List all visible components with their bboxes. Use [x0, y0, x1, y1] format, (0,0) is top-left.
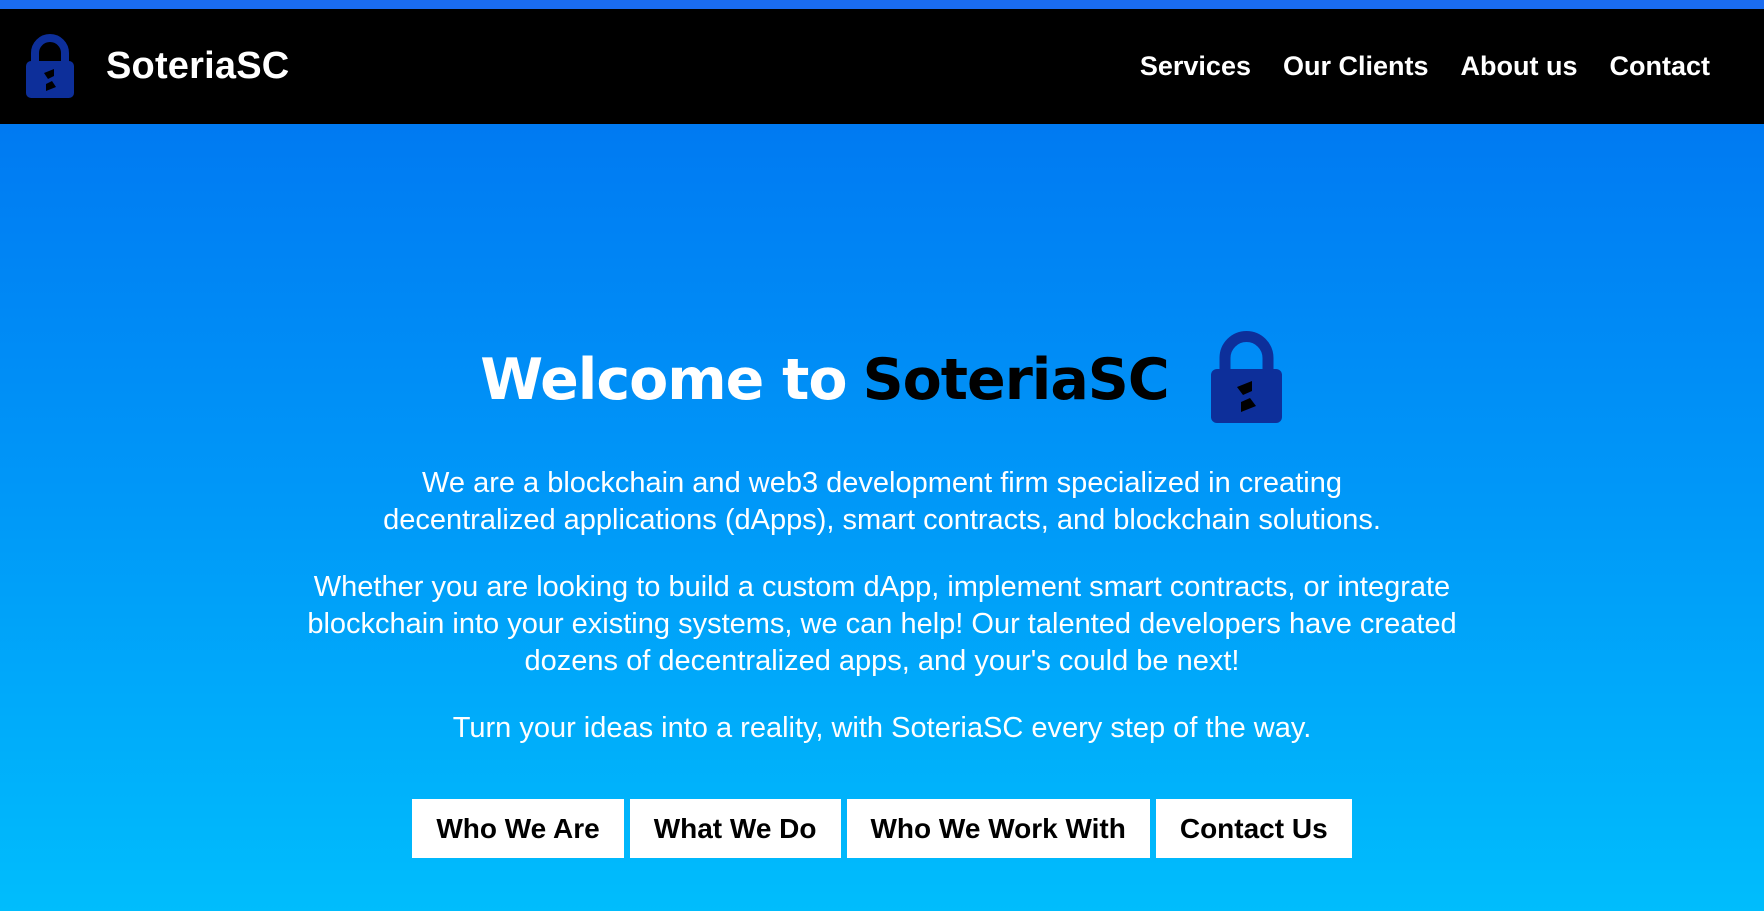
nav-link-our-clients[interactable]: Our Clients: [1283, 51, 1429, 82]
what-we-do-button[interactable]: What We Do: [629, 799, 841, 858]
top-accent-strip: [0, 0, 1764, 9]
hero-title-brand: SoteriaSC: [862, 347, 1170, 413]
nav-link-services[interactable]: Services: [1140, 51, 1251, 82]
padlock-icon: [1210, 331, 1282, 423]
contact-us-button[interactable]: Contact Us: [1155, 799, 1352, 858]
hero-title-prefix: Welcome to: [480, 347, 847, 413]
padlock-icon: [26, 33, 74, 98]
brand[interactable]: SoteriaSC: [24, 33, 290, 100]
hero-button-group: Who We Are What We Do Who We Work With C…: [0, 799, 1764, 858]
hero-section: Welcome to SoteriaSC We are a blockchain…: [0, 124, 1764, 858]
hero-paragraph-intro: We are a blockchain and web3 development…: [383, 467, 1381, 536]
hero-paragraph-services: Whether you are looking to build a custo…: [307, 571, 1457, 677]
nav-link-about-us[interactable]: About us: [1461, 51, 1578, 82]
brand-name: SoteriaSC: [106, 45, 290, 87]
nav-link-contact[interactable]: Contact: [1610, 51, 1711, 82]
hero-paragraph-tagline: Turn your ideas into a reality, with Sot…: [452, 712, 1312, 744]
hero-title: Welcome to SoteriaSC: [0, 331, 1764, 425]
nav-links: Services Our Clients About us Contact: [1108, 51, 1710, 82]
who-we-are-button[interactable]: Who We Are: [412, 799, 624, 858]
who-we-work-with-button[interactable]: Who We Work With: [846, 799, 1150, 858]
navbar: SoteriaSC Services Our Clients About us …: [0, 9, 1764, 124]
